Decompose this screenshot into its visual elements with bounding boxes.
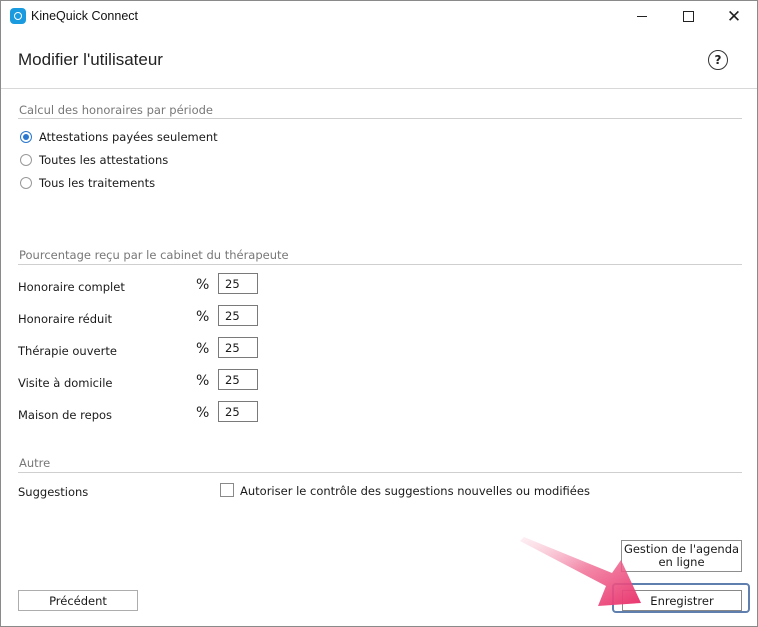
percent-sign: % xyxy=(196,373,210,389)
minimize-button[interactable] xyxy=(619,1,665,32)
radio-unchecked-icon[interactable] xyxy=(20,177,32,189)
radio-paid-only[interactable]: Attestations payées seulement xyxy=(20,129,218,145)
percent-sign: % xyxy=(196,405,210,421)
fees-section-title: Calcul des honoraires par période xyxy=(19,103,214,117)
page-title: Modifier l'utilisateur xyxy=(18,50,163,69)
other-section-title: Autre xyxy=(19,456,51,470)
percentage-section-title: Pourcentage reçu par le cabinet du théra… xyxy=(19,248,289,262)
suggestions-checkbox[interactable] xyxy=(220,483,234,497)
save-button[interactable]: Enregistrer xyxy=(622,590,742,611)
percentage-section-divider xyxy=(18,264,742,265)
fees-section-divider xyxy=(18,118,742,119)
previous-button[interactable]: Précédent xyxy=(18,590,138,611)
header-divider xyxy=(1,88,757,89)
radio-label: Toutes les attestations xyxy=(39,153,169,167)
dialog-window: KineQuick Connect ✕ Modifier l'utilisate… xyxy=(0,0,758,627)
percent-sign: % xyxy=(196,277,210,293)
percent-sign: % xyxy=(196,341,210,357)
rate-label-open-therapy: Thérapie ouverte xyxy=(18,344,117,358)
rate-input-home-visit[interactable]: 25 xyxy=(218,369,258,390)
close-icon: ✕ xyxy=(726,6,742,27)
rate-label-full: Honoraire complet xyxy=(18,280,125,294)
rate-input-nursing-home[interactable]: 25 xyxy=(218,401,258,422)
rate-input-open-therapy[interactable]: 25 xyxy=(218,337,258,358)
maximize-button[interactable] xyxy=(665,1,711,32)
suggestions-label: Suggestions xyxy=(18,485,89,499)
rate-label-home-visit: Visite à domicile xyxy=(18,376,113,390)
online-agenda-button[interactable]: Gestion de l'agenda en ligne xyxy=(621,540,742,572)
rate-label-reduced: Honoraire réduit xyxy=(18,312,113,326)
other-section-divider xyxy=(18,472,742,473)
maximize-icon xyxy=(682,11,694,22)
suggestions-checkbox-label[interactable]: Autoriser le contrôle des suggestions no… xyxy=(240,484,590,498)
radio-unchecked-icon[interactable] xyxy=(20,154,32,166)
close-button[interactable]: ✕ xyxy=(711,1,757,32)
radio-all-attestations[interactable]: Toutes les attestations xyxy=(20,152,168,168)
help-icon[interactable]: ? xyxy=(708,50,728,70)
title-bar: KineQuick Connect ✕ xyxy=(1,1,757,32)
percent-sign: % xyxy=(196,309,210,325)
radio-checked-icon[interactable] xyxy=(20,131,32,143)
app-title: KineQuick Connect xyxy=(31,9,139,23)
rate-input-full[interactable]: 25 xyxy=(218,273,258,294)
rate-input-reduced[interactable]: 25 xyxy=(218,305,258,326)
online-agenda-label-line2: en ligne xyxy=(658,555,705,569)
app-logo-icon xyxy=(10,8,26,24)
minimize-icon xyxy=(637,16,647,17)
radio-all-treatments[interactable]: Tous les traitements xyxy=(20,175,155,191)
radio-label: Tous les traitements xyxy=(39,176,156,190)
rate-label-nursing-home: Maison de repos xyxy=(18,408,113,422)
radio-label: Attestations payées seulement xyxy=(39,130,218,144)
